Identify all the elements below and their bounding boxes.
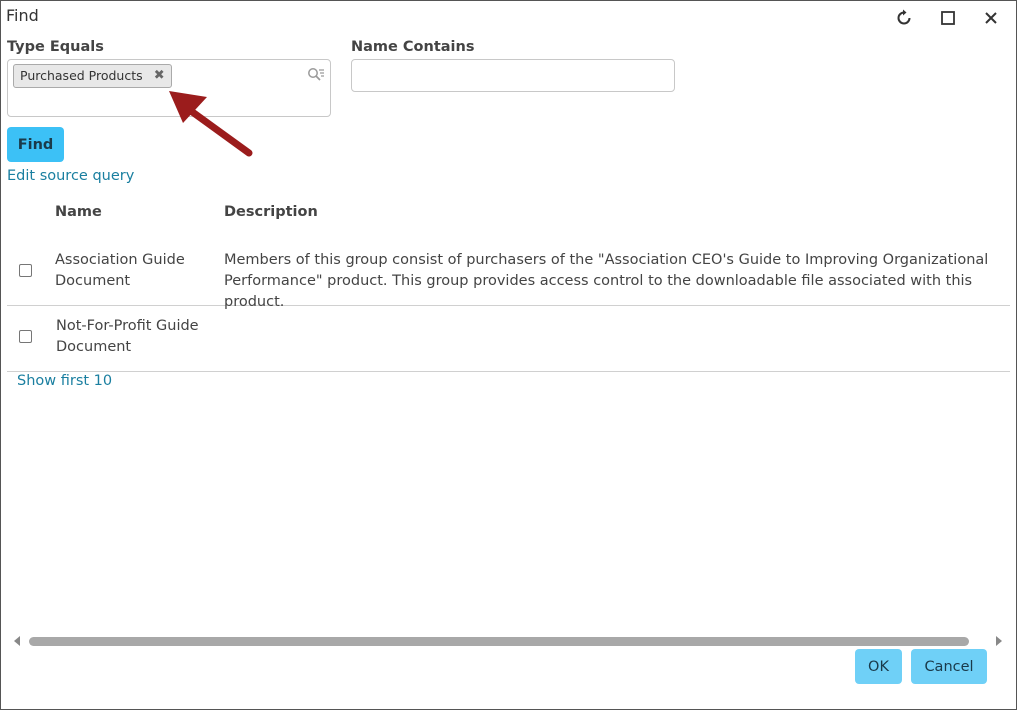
tag-label: Purchased Products: [20, 68, 143, 83]
scroll-right-icon[interactable]: [996, 636, 1002, 646]
row-checkbox[interactable]: [19, 330, 32, 343]
edit-source-query-link[interactable]: Edit source query: [7, 168, 134, 184]
horizontal-scrollbar[interactable]: [7, 633, 1010, 649]
maximize-icon: [941, 11, 955, 25]
scrollbar-thumb[interactable]: [29, 637, 969, 646]
column-header-description[interactable]: Description: [224, 204, 318, 220]
show-first-10-link[interactable]: Show first 10: [17, 373, 112, 389]
table-row[interactable]: Not-For-Profit Guide Document: [7, 306, 1010, 372]
type-equals-label: Type Equals: [7, 39, 104, 55]
scroll-left-icon[interactable]: [14, 636, 20, 646]
row-name: Association Guide Document: [55, 252, 185, 289]
row-name: Not-For-Profit Guide Document: [56, 318, 199, 355]
title-bar: Find: [1, 1, 1016, 35]
search-filter-icon[interactable]: [307, 67, 325, 83]
annotation-arrow-icon: [169, 91, 253, 157]
ok-button[interactable]: OK: [855, 649, 902, 684]
cancel-button[interactable]: Cancel: [911, 649, 987, 684]
find-dialog: Find Type Equals Purchased Products ✖ Na…: [0, 0, 1017, 710]
row-checkbox[interactable]: [19, 264, 32, 277]
find-button[interactable]: Find: [7, 127, 64, 162]
maximize-button[interactable]: [935, 6, 961, 30]
close-button[interactable]: [978, 6, 1004, 30]
row-description: Members of this group consist of purchas…: [224, 252, 989, 310]
refresh-button[interactable]: [891, 6, 917, 30]
close-icon: [985, 12, 997, 24]
name-contains-input[interactable]: [351, 59, 675, 92]
dialog-title: Find: [6, 6, 39, 25]
name-contains-label: Name Contains: [351, 39, 475, 55]
table-row[interactable]: Association Guide Document Members of th…: [7, 239, 1010, 310]
refresh-icon: [897, 9, 911, 25]
purchased-products-tag: Purchased Products ✖: [13, 64, 172, 88]
column-header-name[interactable]: Name: [55, 204, 102, 220]
